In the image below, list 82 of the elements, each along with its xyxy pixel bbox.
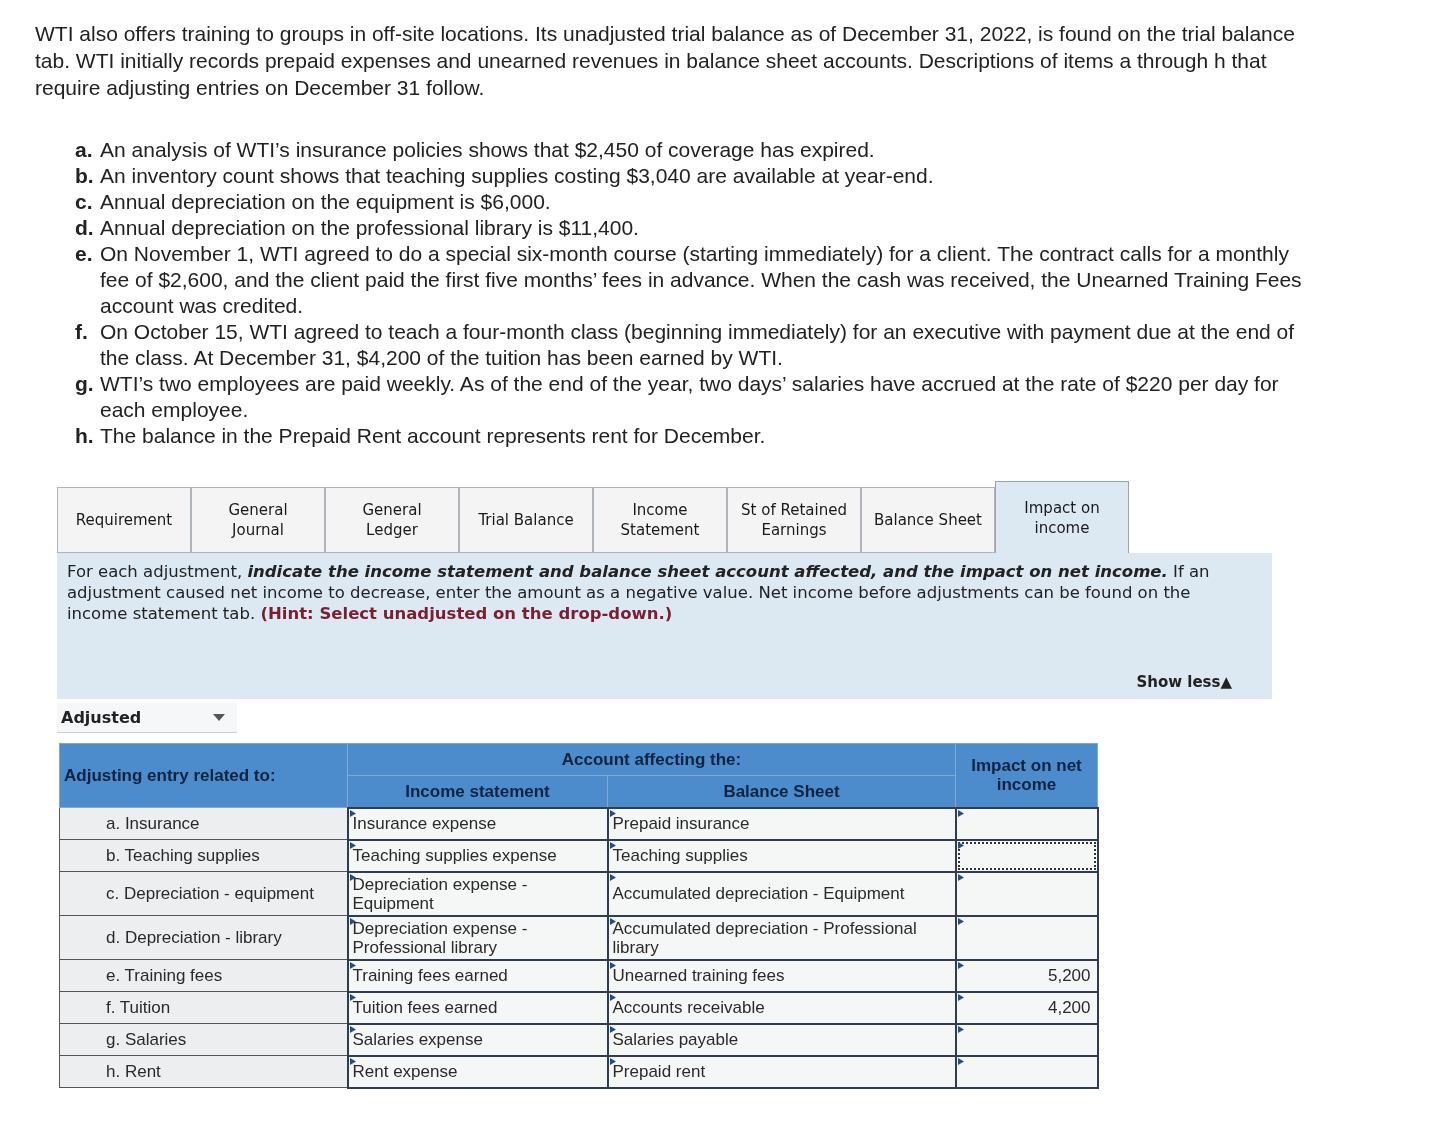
triangle-marker-icon	[957, 809, 964, 817]
column-header: Balance Sheet	[607, 775, 956, 808]
account-dropdown[interactable]: Teaching supplies expense	[347, 839, 608, 872]
impact-input[interactable]: 4,200	[955, 991, 1098, 1024]
account-dropdown[interactable]: Salaries expense	[347, 1023, 608, 1056]
impact-input[interactable]	[955, 915, 1098, 960]
triangle-marker-icon	[349, 1057, 356, 1065]
account-dropdown[interactable]: Accounts receivable	[607, 991, 956, 1024]
table-cell: c. Depreciation - equipment	[59, 871, 348, 916]
table-cell: d. Depreciation - library	[59, 915, 348, 960]
column-header: Income statement	[347, 775, 608, 808]
account-dropdown[interactable]: Depreciation expense - Professional library	[347, 915, 608, 960]
tab[interactable]: St of Retained Earnings	[727, 487, 861, 553]
triangle-marker-icon	[957, 917, 964, 925]
triangle-marker-icon	[349, 809, 356, 817]
triangle-marker-icon	[349, 993, 356, 1001]
triangle-marker-icon	[349, 1025, 356, 1033]
account-dropdown[interactable]: Rent expense	[347, 1055, 608, 1088]
impact-input[interactable]	[955, 839, 1098, 872]
column-header: Adjusting entry related to:	[59, 743, 348, 808]
problem-item: b. An inventory count shows that teaching supplies costing $3,040 are available at year-end.	[75, 163, 935, 189]
account-dropdown[interactable]: Training fees earned	[347, 959, 608, 992]
problem-item: e. On November 1, WTI agreed to do a special six-month course (starting immediately) for a client. The contract calls for a monthly fee of $2,600, and the client paid the first five months’ fees in advance. When the cash was received, the Unearned Training Fees account was credited.	[75, 241, 1303, 319]
problem-item: g. WTI’s two employees are paid weekly. As of the end of the year, two days’ salaries have accrued at the rate of $220 per day for each employee.	[75, 371, 1280, 423]
table-cell: a. Insurance	[59, 807, 348, 840]
view-select-value: Adjusted	[61, 706, 142, 729]
triangle-marker-icon	[957, 841, 964, 849]
tab[interactable]: Income Statement	[593, 487, 727, 553]
tab[interactable]: Impact on income	[995, 481, 1129, 553]
impact-input[interactable]	[955, 1023, 1098, 1056]
impact-input[interactable]	[955, 1055, 1098, 1088]
account-dropdown[interactable]: Prepaid rent	[607, 1055, 956, 1088]
show-less-link[interactable]: Show less▲	[1136, 670, 1232, 693]
triangle-marker-icon	[957, 1057, 964, 1065]
impact-input[interactable]	[955, 871, 1098, 916]
account-dropdown[interactable]: Accumulated depreciation - Professional library	[607, 915, 956, 960]
triangle-marker-icon	[349, 961, 356, 969]
problem-item: h. The balance in the Prepaid Rent account represents rent for December.	[75, 423, 767, 449]
problem-intro: WTI also offers training to groups in off-site locations. Its unadjusted trial balance as of December 31, 2022, is found on the trial balance tab. WTI initially records prepaid expenses and unearned revenues in balance sheet accounts. Descriptions of items a through h that require adjusting entries on December 31 follow.	[35, 21, 1295, 101]
table-cell: b. Teaching supplies	[59, 839, 348, 872]
triangle-marker-icon	[349, 917, 356, 925]
triangle-marker-icon	[957, 961, 964, 969]
account-dropdown[interactable]: Depreciation expense - Equipment	[347, 871, 608, 916]
table-cell: g. Salaries	[59, 1023, 348, 1056]
impact-input[interactable]	[955, 807, 1098, 840]
triangle-marker-icon	[957, 1025, 964, 1033]
problem-item: d. Annual depreciation on the professional library is $11,400.	[75, 215, 640, 241]
triangle-marker-icon	[609, 809, 616, 817]
triangle-marker-icon	[609, 841, 616, 849]
triangle-marker-icon	[609, 1057, 616, 1065]
triangle-marker-icon	[349, 841, 356, 849]
impact-input[interactable]: 5,200	[955, 959, 1098, 992]
triangle-marker-icon	[957, 993, 964, 1001]
table-cell: f. Tuition	[59, 991, 348, 1024]
table-cell: h. Rent	[59, 1055, 348, 1088]
account-dropdown[interactable]: Teaching supplies	[607, 839, 956, 872]
problem-item: c. Annual depreciation on the equipment is $6,000.	[75, 189, 552, 215]
triangle-marker-icon	[349, 873, 356, 881]
view-select[interactable]: Adjusted	[57, 703, 237, 733]
account-dropdown[interactable]: Accumulated depreciation - Equipment	[607, 871, 956, 916]
triangle-marker-icon	[957, 873, 964, 881]
column-header: Impact on net income	[955, 743, 1098, 808]
problem-item: a. An analysis of WTI’s insurance policies shows that $2,450 of coverage has expired.	[75, 137, 876, 163]
tab[interactable]: General Journal	[191, 487, 325, 553]
triangle-marker-icon	[609, 961, 616, 969]
triangle-marker-icon	[609, 873, 616, 881]
tab[interactable]: General Ledger	[325, 487, 459, 553]
account-dropdown[interactable]: Unearned training fees	[607, 959, 956, 992]
tab[interactable]: Balance Sheet	[861, 487, 995, 553]
table-cell: e. Training fees	[59, 959, 348, 992]
triangle-marker-icon	[609, 993, 616, 1001]
triangle-marker-icon	[609, 1025, 616, 1033]
account-dropdown[interactable]: Prepaid insurance	[607, 807, 956, 840]
account-dropdown[interactable]: Insurance expense	[347, 807, 608, 840]
caret-icon	[213, 714, 225, 721]
tab[interactable]: Trial Balance	[459, 487, 593, 553]
tab[interactable]: Requirement	[57, 487, 191, 553]
problem-item: f. On October 15, WTI agreed to teach a four-month class (beginning immediately) for an executive with payment due at the end of the class. At December 31, $4,200 of the tuition has been earned by WTI.	[75, 319, 1296, 371]
account-dropdown[interactable]: Tuition fees earned	[347, 991, 608, 1024]
column-header: Account affecting the:	[347, 743, 956, 776]
account-dropdown[interactable]: Salaries payable	[607, 1023, 956, 1056]
instructions-text: For each adjustment, indicate the income statement and balance sheet account affected, and the impact on net income. If an adjustment caused net income to decrease, enter the amount as a negative value. Net income before adjustments can be found on the income statement tab. (Hint: Select unadjusted on the drop-down.)	[67, 561, 1211, 624]
